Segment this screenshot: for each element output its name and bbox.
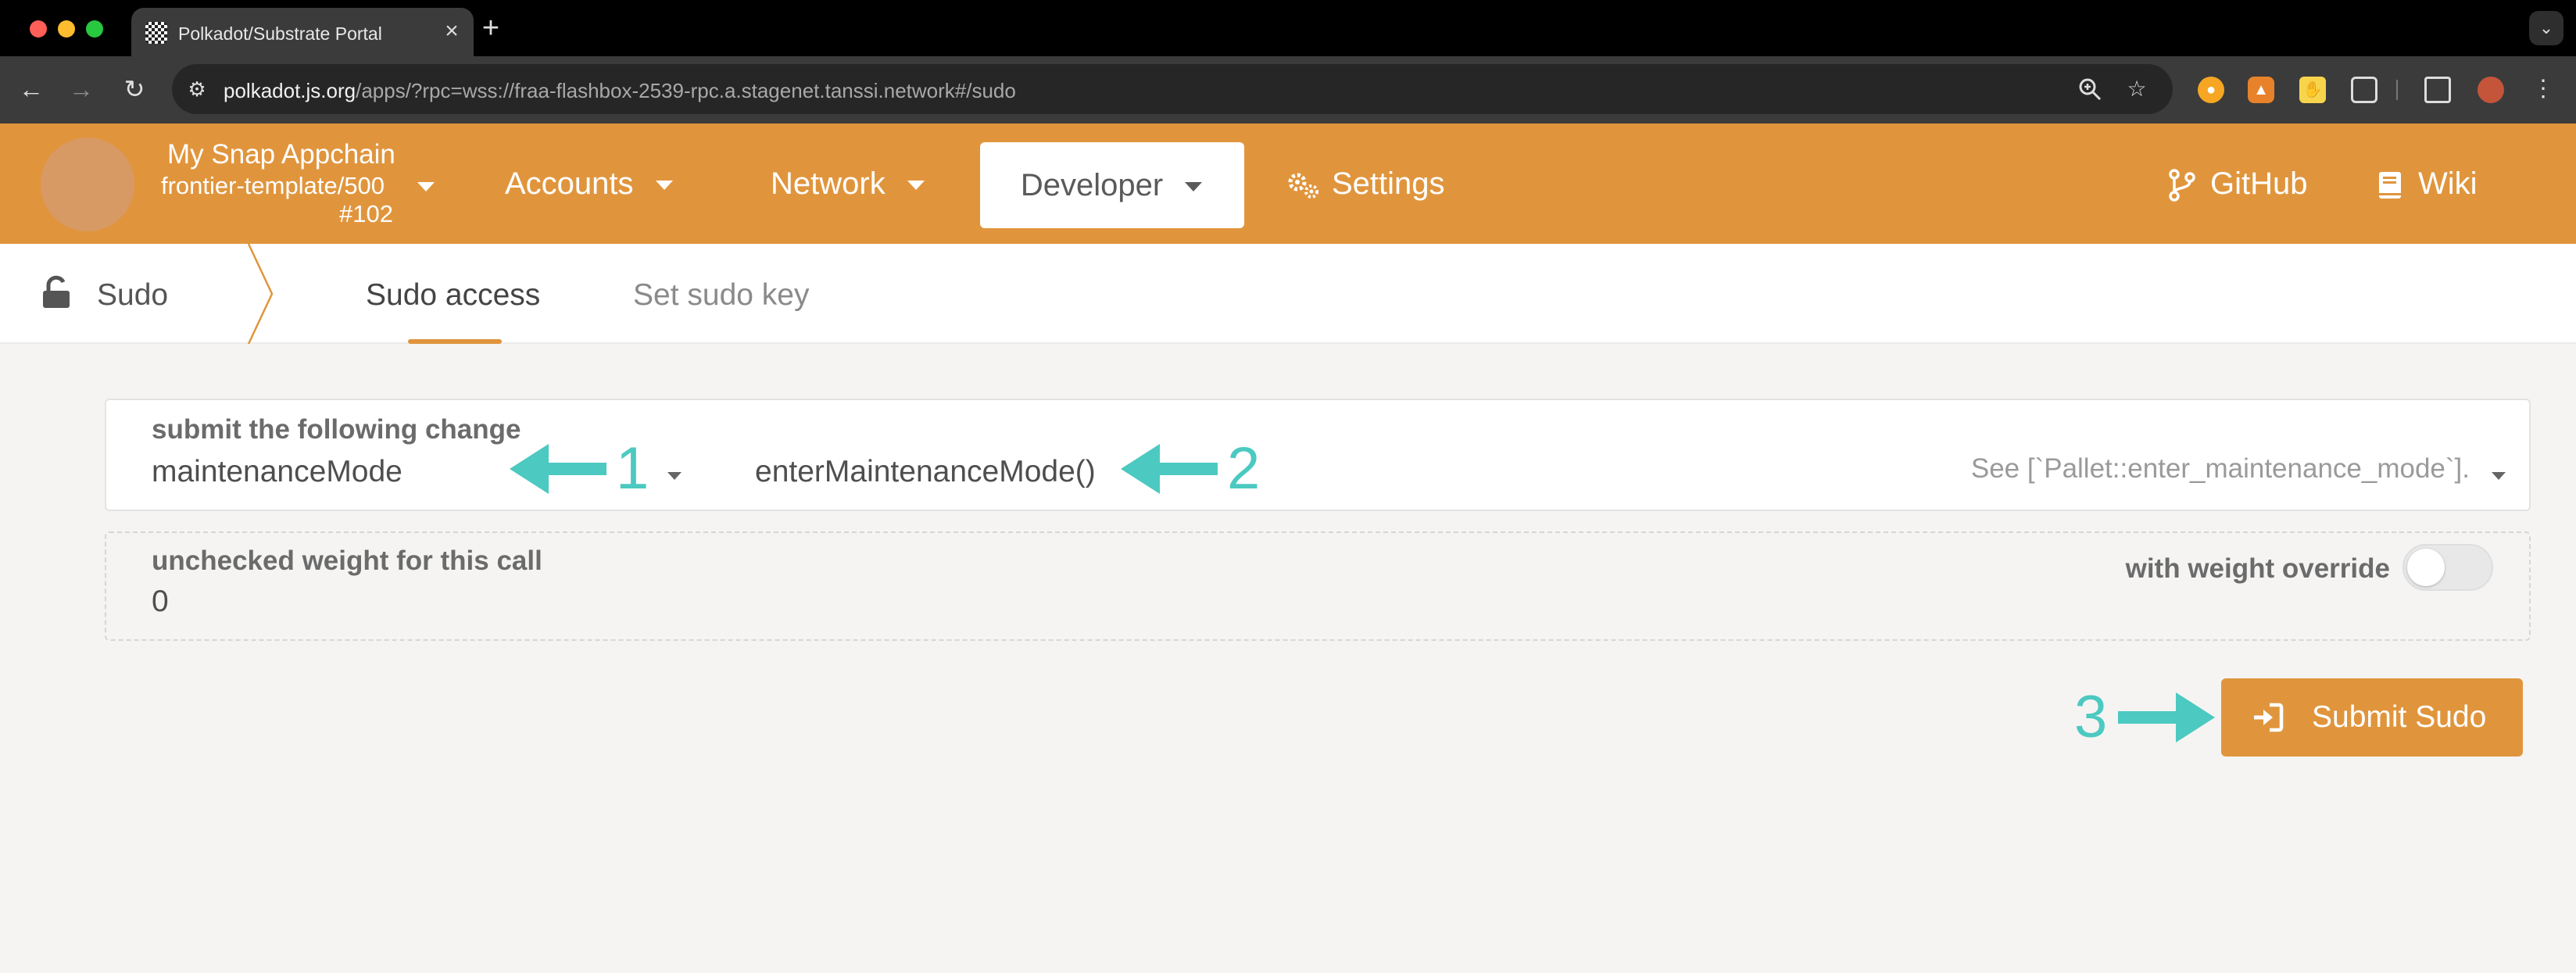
menu-developer[interactable]: Developer (980, 142, 1244, 228)
book-icon (2379, 172, 2401, 199)
site-favicon-icon (145, 22, 167, 44)
menu-accounts-label: Accounts (505, 166, 634, 201)
tab-search-chevron-icon[interactable]: ⌄ (2529, 11, 2563, 45)
sign-in-icon (2254, 703, 2284, 732)
gears-icon (1288, 173, 1318, 199)
sudo-subnav: Sudo Sudo access Set sudo key (0, 244, 2576, 344)
menu-wiki[interactable]: Wiki (2373, 123, 2478, 244)
toggle-knob (2407, 549, 2445, 586)
caret-down-icon[interactable] (2490, 467, 2507, 485)
call-documentation[interactable]: See [`Pallet::enter_maintenance_mode`]. (1971, 453, 2470, 485)
annotation-number-2: 2 (1227, 435, 1261, 502)
forward-arrow-icon[interactable]: → (64, 72, 98, 106)
url-path: /apps/?rpc=wss://fraa-flashbox-2539-rpc.… (356, 79, 1016, 102)
zoom-icon[interactable] (2076, 75, 2104, 103)
profile-avatar-icon[interactable] (2478, 77, 2504, 103)
call-selector-panel: submit the following change maintenanceM… (105, 399, 2531, 511)
reload-icon[interactable]: ↻ (117, 72, 152, 106)
annotation-number-1: 1 (616, 435, 649, 502)
caret-down-icon[interactable] (666, 467, 683, 485)
annotation-arrow-2 (1121, 444, 1218, 494)
metamask-extension-icon[interactable]: ▲ (2248, 77, 2274, 103)
call-label: submit the following change (152, 414, 521, 445)
weight-value: 0 (152, 585, 169, 618)
annotation-number-3: 3 (2074, 684, 2108, 750)
browser-tab-strip: Polkadot/Substrate Portal × + ⌄ (0, 0, 2576, 56)
polkadot-extension-icon[interactable]: ● (2198, 77, 2224, 103)
menu-accounts[interactable]: Accounts (505, 123, 674, 244)
page-title: Sudo (97, 278, 169, 312)
chain-name[interactable]: My Snap Appchain (167, 139, 395, 170)
site-info-icon[interactable]: ⚙ (183, 75, 211, 103)
maximize-window-button[interactable] (86, 20, 103, 38)
toolbar-divider (2396, 80, 2398, 100)
bookmark-star-icon[interactable]: ☆ (2123, 75, 2151, 103)
wallet-extension-icon[interactable]: ✋ (2299, 77, 2326, 103)
menu-github-label: GitHub (2210, 166, 2308, 201)
pallet-section-dropdown[interactable]: maintenanceMode (152, 455, 402, 489)
chain-spec[interactable]: frontier-template/500 (161, 172, 385, 200)
weight-panel: unchecked weight for this call 0 with we… (105, 531, 2531, 641)
back-arrow-icon[interactable]: ← (14, 72, 48, 106)
minimize-window-button[interactable] (58, 20, 75, 38)
extensions-puzzle-icon[interactable] (2351, 77, 2377, 103)
menu-settings[interactable]: Settings (1286, 123, 1445, 244)
weight-override-label: with weight override (2125, 553, 2390, 584)
browser-toolbar: ← → ↻ ⚙ polkadot.js.org/apps/?rpc=wss://… (0, 56, 2576, 123)
more-menu-icon[interactable]: ⋮ (2529, 75, 2557, 103)
weight-override-toggle[interactable] (2402, 544, 2493, 591)
annotation-arrow-1 (510, 444, 606, 494)
url-host: polkadot.js.org (224, 79, 356, 102)
browser-tab[interactable]: Polkadot/Substrate Portal × (131, 8, 474, 56)
active-tab-indicator (408, 339, 502, 344)
close-tab-icon[interactable]: × (438, 17, 466, 45)
browser-tab-title: Polkadot/Substrate Portal (178, 23, 382, 44)
menu-wiki-label: Wiki (2418, 166, 2478, 201)
unlock-icon (43, 275, 70, 308)
caret-down-icon (1185, 182, 1203, 192)
close-window-button[interactable] (30, 20, 47, 38)
menu-network-label: Network (771, 166, 886, 201)
address-bar[interactable]: ⚙ polkadot.js.org/apps/?rpc=wss://fraa-f… (172, 64, 2173, 114)
call-method-dropdown[interactable]: enterMaintenanceMode() (755, 455, 1096, 489)
submit-sudo-button[interactable]: Submit Sudo (2221, 678, 2523, 757)
annotation-arrow-3 (2118, 692, 2215, 742)
menu-developer-label: Developer (1020, 168, 1164, 202)
new-tab-icon[interactable]: + (478, 13, 503, 44)
tab-sudo-access[interactable]: Sudo access (366, 278, 540, 313)
app-header: My Snap Appchain frontier-template/500 #… (0, 123, 2576, 244)
caret-down-icon (655, 181, 673, 191)
url-text[interactable]: polkadot.js.org/apps/?rpc=wss://fraa-fla… (224, 79, 1016, 103)
menu-settings-label: Settings (1332, 166, 1445, 201)
caret-down-icon (907, 181, 925, 191)
side-panel-icon[interactable] (2424, 77, 2451, 103)
breadcrumb-chevron (247, 244, 274, 344)
tab-set-sudo-key[interactable]: Set sudo key (633, 278, 809, 313)
chain-logo[interactable] (41, 138, 134, 231)
chain-caret-down-icon[interactable] (414, 175, 438, 199)
chain-block-number: #102 (339, 200, 393, 227)
weight-label: unchecked weight for this call (152, 546, 542, 576)
code-branch-icon (2169, 169, 2195, 202)
menu-network[interactable]: Network (771, 123, 926, 244)
menu-github[interactable]: GitHub (2165, 123, 2308, 244)
submit-sudo-label: Submit Sudo (2312, 700, 2487, 734)
